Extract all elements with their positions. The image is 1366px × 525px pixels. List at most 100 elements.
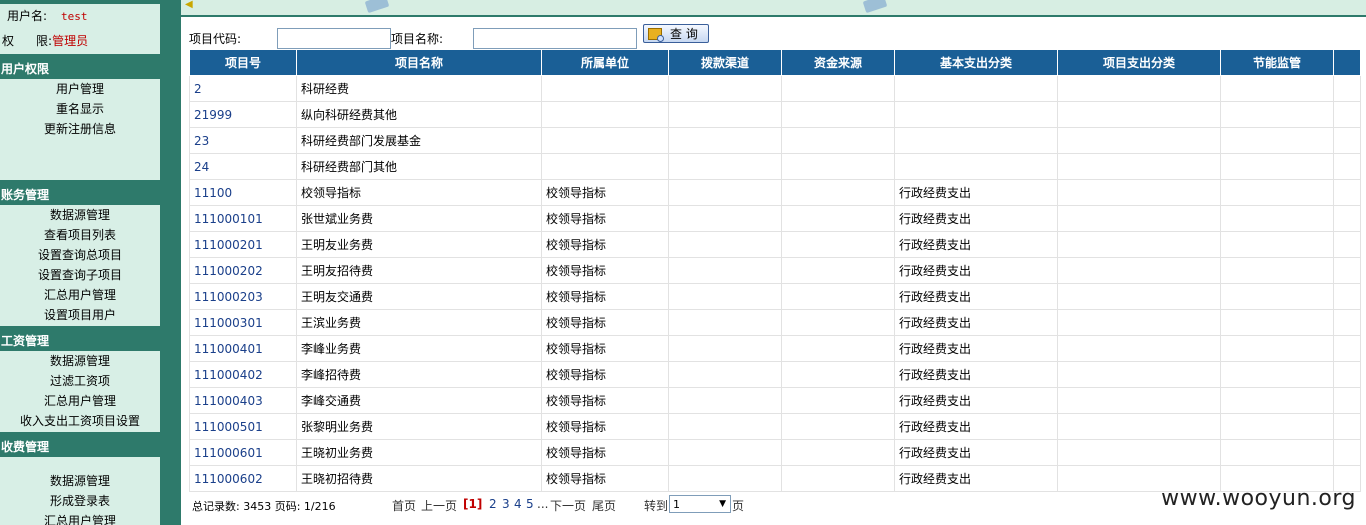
next-page-link[interactable]: 下一页 xyxy=(550,497,586,514)
table-cell xyxy=(1333,413,1361,440)
table-cell xyxy=(1057,387,1221,414)
table-cell[interactable]: 111000301 xyxy=(189,309,297,336)
project-name-input[interactable] xyxy=(473,28,637,49)
table-row[interactable]: 111000403 李峰交通费 校领导指标 行政经费支出 xyxy=(189,387,1361,414)
table-cell xyxy=(1220,283,1334,310)
header-project-no[interactable]: 项目号 xyxy=(189,49,297,76)
table-row[interactable]: 111000401 李峰业务费 校领导指标 行政经费支出 xyxy=(189,335,1361,362)
table-cell xyxy=(1333,127,1361,154)
table-cell[interactable]: 21999 xyxy=(189,101,297,128)
table-row[interactable]: 111000203 王明友交通费 校领导指标 行政经费支出 xyxy=(189,283,1361,310)
section-user-permission: 用户管理 重名显示 更新注册信息 xyxy=(0,79,160,180)
last-page-link[interactable]: 尾页 xyxy=(592,497,616,514)
toolbar-pencil-icon[interactable] xyxy=(364,0,390,14)
menu-item-summary-users[interactable]: 汇总用户管理 xyxy=(0,285,160,305)
table-cell[interactable]: 11100 xyxy=(189,179,297,206)
table-row[interactable]: 23 科研经费部门发展基金 xyxy=(189,127,1361,154)
menu-item-user-management[interactable]: 用户管理 xyxy=(0,79,160,99)
table-cell: 行政经费支出 xyxy=(894,361,1058,388)
table-cell[interactable]: 2 xyxy=(189,75,297,102)
table-row[interactable]: 24 科研经费部门其他 xyxy=(189,153,1361,180)
table-row[interactable]: 21999 纵向科研经费其他 xyxy=(189,101,1361,128)
first-page-link[interactable]: 首页 xyxy=(392,497,416,514)
menu-item-filter-salary[interactable]: 过滤工资项 xyxy=(0,371,160,391)
table-cell[interactable]: 111000602 xyxy=(189,465,297,492)
user-value: test xyxy=(61,10,88,23)
menu-item-income-expense-salary[interactable]: 收入支出工资项目设置 xyxy=(0,411,160,431)
table-cell[interactable]: 111000203 xyxy=(189,283,297,310)
menu-item-duplicate-name[interactable]: 重名显示 xyxy=(0,99,160,119)
table-cell xyxy=(1057,127,1221,154)
menu-item-fees-datasource[interactable]: 数据源管理 xyxy=(0,471,160,491)
page-link-4[interactable]: 4 xyxy=(514,497,522,511)
header-unit[interactable]: 所属单位 xyxy=(541,49,669,76)
menu-item-salary-datasource[interactable]: 数据源管理 xyxy=(0,351,160,371)
section-salary: 数据源管理 过滤工资项 汇总用户管理 收入支出工资项目设置 xyxy=(0,351,160,432)
menu-item-datasource[interactable]: 数据源管理 xyxy=(0,205,160,225)
section-fees: 数据源管理 形成登录表 汇总用户管理 xyxy=(0,457,160,525)
table-cell xyxy=(668,413,782,440)
table-cell: 科研经费 xyxy=(296,75,542,102)
table-cell xyxy=(1220,257,1334,284)
menu-item-update-registration[interactable]: 更新注册信息 xyxy=(0,119,160,139)
table-cell[interactable]: 111000403 xyxy=(189,387,297,414)
table-cell[interactable]: 111000601 xyxy=(189,439,297,466)
page-link-2[interactable]: 2 xyxy=(489,497,497,511)
table-cell: 校领导指标 xyxy=(541,257,669,284)
table-row[interactable]: 111000101 张世斌业务费 校领导指标 行政经费支出 xyxy=(189,205,1361,232)
header-fund-source[interactable]: 资金来源 xyxy=(781,49,895,76)
table-cell: 科研经费部门发展基金 xyxy=(296,127,542,154)
table-cell xyxy=(894,75,1058,102)
table-cell xyxy=(1057,205,1221,232)
header-project-name[interactable]: 项目名称 xyxy=(296,49,542,76)
header-basic-expense[interactable]: 基本支出分类 xyxy=(894,49,1058,76)
table-cell xyxy=(668,361,782,388)
menu-item-salary-summary-users[interactable]: 汇总用户管理 xyxy=(0,391,160,411)
table-cell[interactable]: 111000501 xyxy=(189,413,297,440)
table-cell xyxy=(1220,309,1334,336)
table-cell xyxy=(1220,387,1334,414)
table-row[interactable]: 111000402 李峰招待费 校领导指标 行政经费支出 xyxy=(189,361,1361,388)
table-row[interactable]: 111000501 张黎明业务费 校领导指标 行政经费支出 xyxy=(189,413,1361,440)
table-cell[interactable]: 111000101 xyxy=(189,205,297,232)
table-row[interactable]: 111000301 王滨业务费 校领导指标 行政经费支出 xyxy=(189,309,1361,336)
table-cell[interactable]: 111000202 xyxy=(189,257,297,284)
menu-item-login-table[interactable]: 形成登录表 xyxy=(0,491,160,511)
menu-item-fees-summary-users[interactable]: 汇总用户管理 xyxy=(0,511,160,525)
back-arrow-icon[interactable]: ◀ xyxy=(185,0,193,10)
table-row[interactable]: 111000601 王晓初业务费 校领导指标 行政经费支出 xyxy=(189,439,1361,466)
menu-item-project-users[interactable]: 设置项目用户 xyxy=(0,305,160,325)
header-energy-supervision[interactable]: 节能监管 xyxy=(1220,49,1334,76)
page-ellipsis: ... xyxy=(537,497,549,511)
record-summary: 总记录数: 3453 页码: 1/216 xyxy=(192,500,336,513)
menu-item-query-total[interactable]: 设置查询总项目 xyxy=(0,245,160,265)
prev-page-link[interactable]: 上一页 xyxy=(421,497,457,514)
page-link-3[interactable]: 3 xyxy=(502,497,510,511)
role-value: 管理员 xyxy=(52,34,89,48)
table-cell[interactable]: 24 xyxy=(189,153,297,180)
table-cell: 科研经费部门其他 xyxy=(296,153,542,180)
table-row[interactable]: 11100 校领导指标 校领导指标 行政经费支出 xyxy=(189,179,1361,206)
table-cell: 校领导指标 xyxy=(541,335,669,362)
table-row[interactable]: 111000201 王明友业务费 校领导指标 行政经费支出 xyxy=(189,231,1361,258)
header-funding-channel[interactable]: 拨款渠道 xyxy=(668,49,782,76)
page-link-5[interactable]: 5 xyxy=(526,497,534,511)
table-cell[interactable]: 23 xyxy=(189,127,297,154)
section-title-accounts: 账务管理 xyxy=(1,188,50,202)
section-title-salary: 工资管理 xyxy=(1,334,50,348)
table-cell: 行政经费支出 xyxy=(894,179,1058,206)
menu-item-query-sub[interactable]: 设置查询子项目 xyxy=(0,265,160,285)
section-title-fees: 收费管理 xyxy=(1,440,50,454)
table-cell[interactable]: 111000201 xyxy=(189,231,297,258)
table-cell[interactable]: 111000401 xyxy=(189,335,297,362)
page-select[interactable]: 1 ▼ xyxy=(669,495,731,513)
table-cell xyxy=(668,387,782,414)
table-row[interactable]: 111000202 王明友招待费 校领导指标 行政经费支出 xyxy=(189,257,1361,284)
menu-item-project-list[interactable]: 查看项目列表 xyxy=(0,225,160,245)
table-row[interactable]: 2 科研经费 xyxy=(189,75,1361,102)
toolbar-refresh-icon[interactable] xyxy=(862,0,888,14)
header-project-expense[interactable]: 项目支出分类 xyxy=(1057,49,1221,76)
query-button[interactable]: 查 询 xyxy=(643,24,709,43)
project-code-input[interactable] xyxy=(277,28,391,49)
table-cell[interactable]: 111000402 xyxy=(189,361,297,388)
